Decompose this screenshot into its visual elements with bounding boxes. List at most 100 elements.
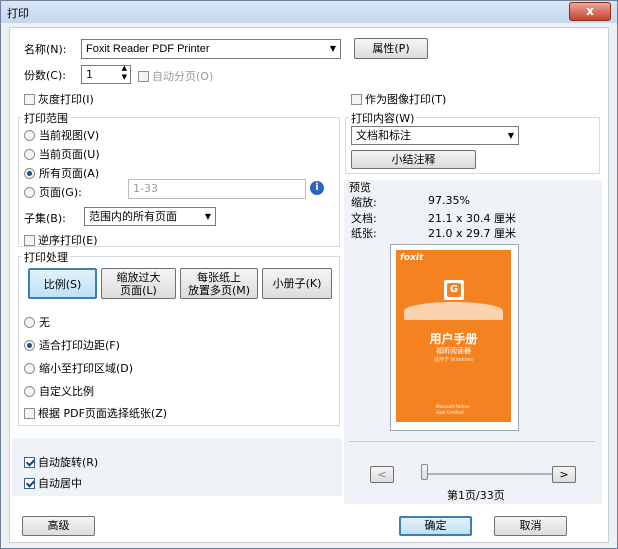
ms-partner-subtext: Gold Certified: [436, 410, 464, 415]
app-icon: G: [444, 280, 464, 300]
next-page-button[interactable]: >: [552, 466, 576, 483]
auto-rotate-checkbox[interactable]: 自动旋转(R): [24, 454, 98, 470]
range-current-view-label: 当前视图(V): [39, 129, 100, 142]
range-pages[interactable]: 页面(G):: [24, 184, 82, 200]
info-icon[interactable]: i: [310, 181, 324, 195]
range-pages-label: 页面(G):: [39, 186, 82, 199]
tab-booklet[interactable]: 小册子(K): [262, 268, 332, 299]
summarize-comments-button[interactable]: 小结注释: [351, 150, 476, 169]
printer-select-value: Foxit Reader PDF Printer: [86, 43, 210, 55]
print-content-select[interactable]: 文档和标注 ▼: [351, 126, 519, 145]
scale-none[interactable]: 无: [24, 314, 50, 330]
paper-by-pdf-label: 根据 PDF页面选择纸张(Z): [38, 407, 168, 420]
grayscale-label: 灰度打印(I): [38, 93, 94, 106]
range-all-pages[interactable]: 所有页面(A): [24, 165, 99, 181]
subset-select[interactable]: 范围内的所有页面 ▼: [84, 207, 216, 226]
tab-scale[interactable]: 比例(S): [28, 268, 97, 299]
copies-field[interactable]: 1 ▲ ▼: [81, 64, 131, 84]
chevron-down-icon: ▼: [507, 131, 514, 140]
subset-value: 范围内的所有页面: [89, 210, 177, 223]
scale-fit-margins[interactable]: 适合打印边距(F): [24, 337, 120, 353]
radio-none: [24, 317, 35, 328]
radio-custom: [24, 386, 35, 397]
properties-button[interactable]: 属性(P): [354, 38, 428, 59]
reverse-box: [24, 235, 35, 246]
printer-select[interactable]: Foxit Reader PDF Printer ▼: [81, 39, 341, 59]
doc-size-label: 文档:: [351, 212, 377, 225]
copies-value: 1: [86, 68, 93, 81]
tab-multiple-pages[interactable]: 每张纸上 放置多页(M): [180, 268, 258, 299]
page-thumbnail: foxit G 用户手册 福昕阅读器 适用于 Windows Microsoft…: [390, 244, 519, 431]
page-slider-thumb[interactable]: [421, 464, 428, 480]
pages-input[interactable]: 1-33: [128, 179, 306, 199]
subset-label: 子集(B):: [24, 212, 66, 225]
copies-label: 份数(C):: [24, 69, 66, 82]
printer-name-label: 名称(N):: [24, 43, 67, 56]
cover-title: 用户手册: [429, 332, 478, 346]
radio-current-page: [24, 149, 35, 160]
range-current-page[interactable]: 当前页面(U): [24, 146, 100, 162]
cover-subsubtitle: 适用于 Windows: [434, 357, 473, 363]
as-image-checkbox[interactable]: 作为图像打印(T): [351, 91, 446, 107]
radio-fit-margins: [24, 340, 35, 351]
page-counter: 第1页/33页: [447, 489, 505, 502]
pages-placeholder: 1-33: [133, 182, 158, 195]
zoom-label: 缩放:: [351, 196, 377, 209]
range-current-view[interactable]: 当前视图(V): [24, 127, 99, 143]
print-content-title: 打印内容(W): [349, 110, 417, 126]
collate-checkbox[interactable]: 自动分页(O): [138, 68, 213, 84]
scale-shrink[interactable]: 缩小至打印区域(D): [24, 360, 133, 376]
prev-page-button[interactable]: <: [370, 466, 394, 483]
scale-shrink-label: 缩小至打印区域(D): [39, 362, 134, 375]
scale-fit-margins-label: 适合打印边距(F): [39, 339, 120, 352]
ms-partner-badge: Microsoft Partner: [436, 404, 471, 409]
cover-background: foxit G 用户手册 福昕阅读器 适用于 Windows Microsoft…: [396, 250, 511, 422]
close-button[interactable]: x: [569, 2, 611, 21]
dialog-body: 名称(N): Foxit Reader PDF Printer ▼ 属性(P) …: [9, 27, 609, 543]
book-illustration: [404, 302, 503, 320]
range-all-pages-label: 所有页面(A): [39, 167, 100, 180]
window-title: 打印: [7, 7, 29, 20]
zoom-value: 97.35%: [428, 194, 470, 207]
range-current-page-label: 当前页面(U): [39, 148, 100, 161]
chevron-down-icon: ▼: [329, 44, 336, 53]
auto-center-box: [24, 478, 35, 489]
paper-by-pdf-box: [24, 408, 35, 419]
radio-all-pages: [24, 168, 35, 179]
auto-rotate-label: 自动旋转(R): [38, 456, 99, 469]
cancel-button[interactable]: 取消: [494, 516, 567, 536]
as-image-box: [351, 94, 362, 105]
advanced-button[interactable]: 高级: [22, 516, 95, 536]
collate-box: [138, 71, 149, 82]
ok-button[interactable]: 确定: [399, 516, 472, 536]
radio-pages: [24, 187, 35, 198]
auto-rotate-box: [24, 457, 35, 468]
print-range-title: 打印范围: [22, 110, 70, 126]
print-dialog: 打印 x 名称(N): Foxit Reader PDF Printer ▼ 属…: [0, 0, 618, 549]
preview-divider: [349, 441, 595, 442]
chevron-down-icon: ▼: [204, 212, 211, 221]
paper-by-pdf-checkbox[interactable]: 根据 PDF页面选择纸张(Z): [24, 405, 167, 421]
paper-size-label: 纸张:: [351, 227, 377, 240]
title-bar: 打印 x: [1, 1, 617, 23]
grayscale-checkbox[interactable]: 灰度打印(I): [24, 91, 94, 107]
reverse-label: 逆序打印(E): [38, 234, 98, 247]
reverse-checkbox[interactable]: 逆序打印(E): [24, 232, 98, 248]
radio-current-view: [24, 130, 35, 141]
preview-title: 预览: [349, 181, 371, 194]
grayscale-box: [24, 94, 35, 105]
scale-none-label: 无: [39, 316, 50, 329]
print-handling-title: 打印处理: [22, 249, 70, 265]
auto-center-checkbox[interactable]: 自动居中: [24, 475, 82, 491]
cover-subtitle: 福昕阅读器: [436, 347, 471, 355]
collate-label: 自动分页(O): [152, 70, 214, 83]
tab-scale-large[interactable]: 缩放过大 页面(L): [101, 268, 176, 299]
radio-shrink: [24, 363, 35, 374]
scale-custom-label: 自定义比例: [39, 385, 94, 398]
page-slider-track[interactable]: [421, 473, 559, 475]
print-content-value: 文档和标注: [356, 129, 411, 142]
scale-custom[interactable]: 自定义比例: [24, 383, 94, 399]
spinner-icon[interactable]: ▲ ▼: [122, 64, 127, 82]
as-image-label: 作为图像打印(T): [365, 93, 447, 106]
paper-size-value: 21.0 x 29.7 厘米: [428, 227, 516, 240]
